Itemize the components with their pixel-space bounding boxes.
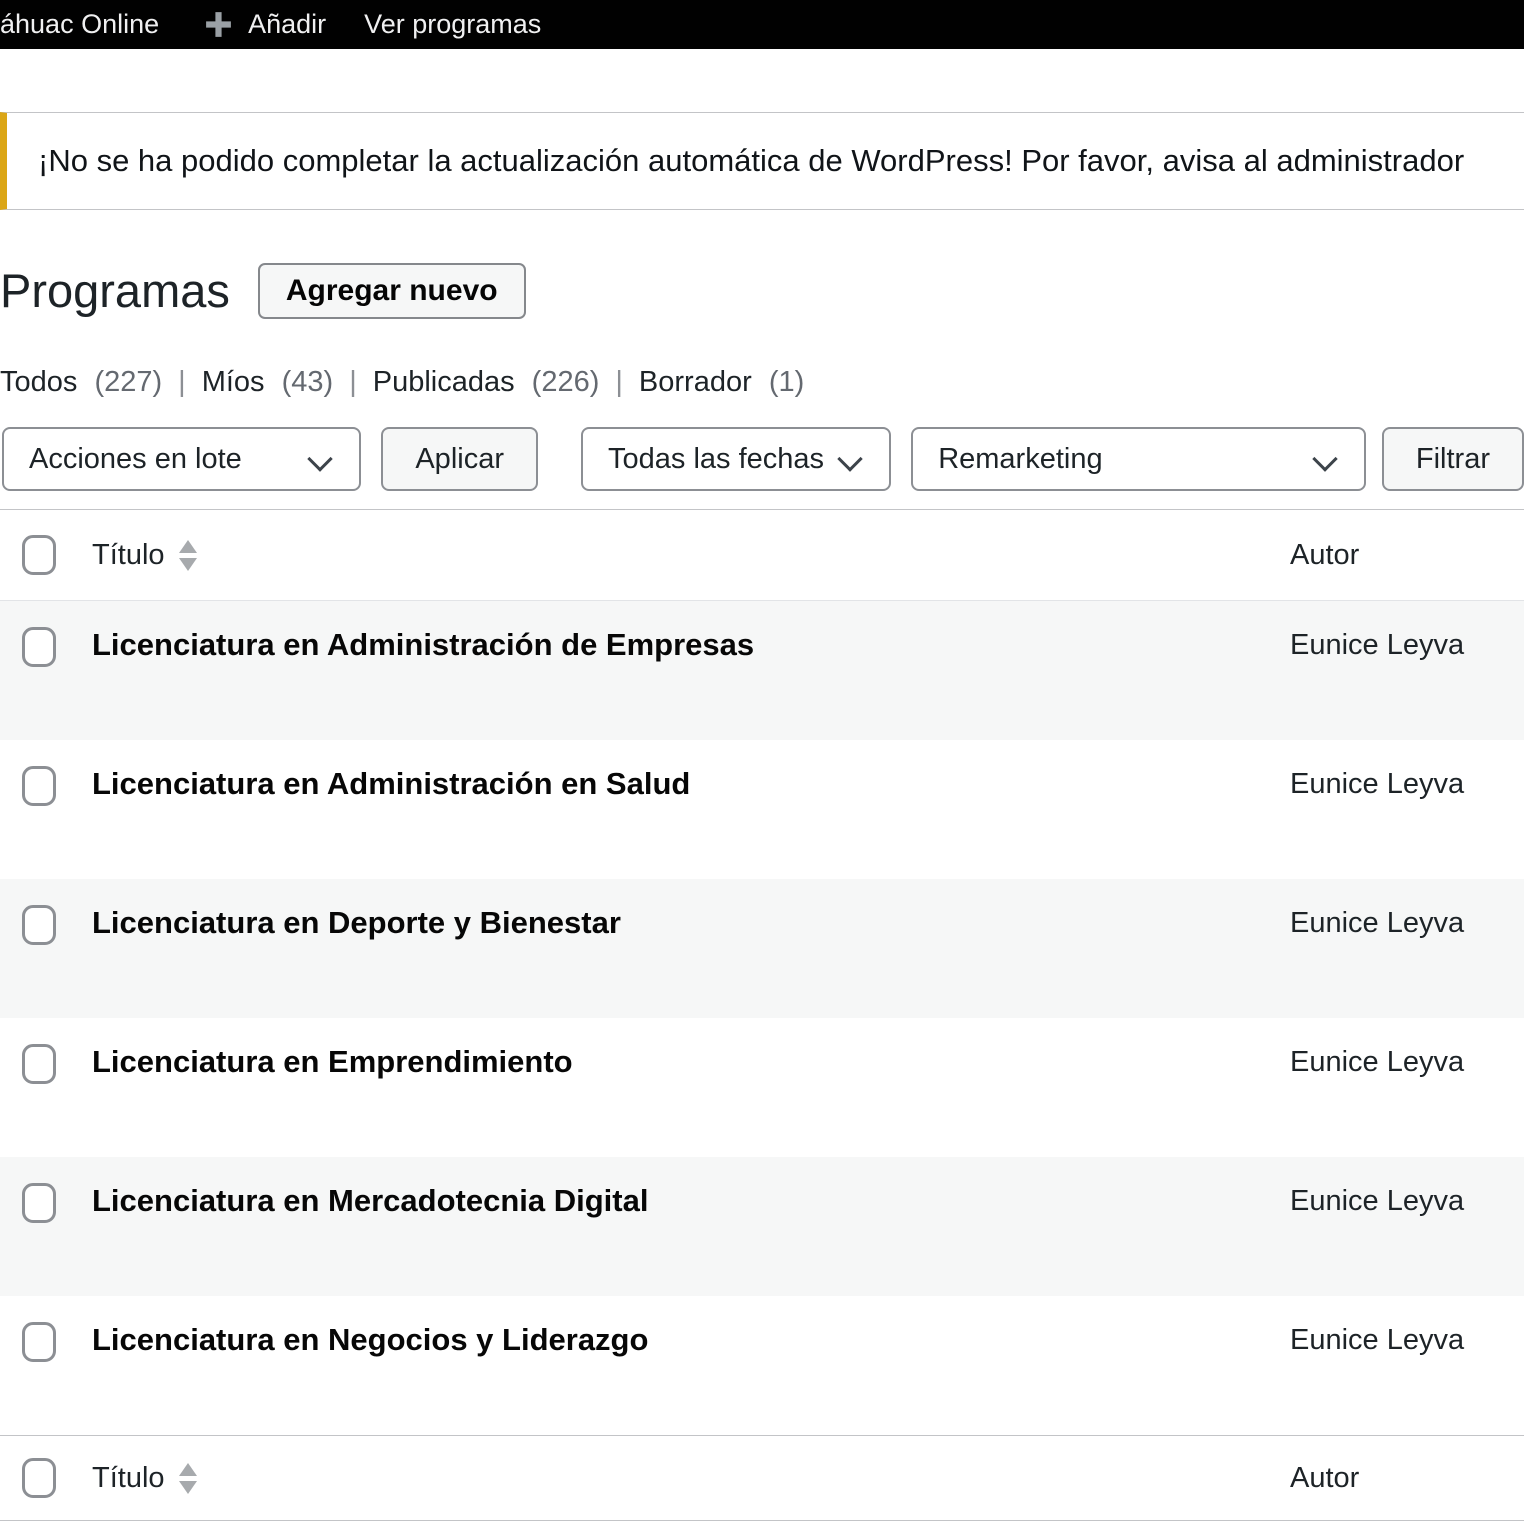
table-footer-row: Título Autor xyxy=(0,1435,1524,1521)
add-new-button[interactable]: Agregar nuevo xyxy=(258,263,526,319)
page-header: Programas Agregar nuevo xyxy=(0,260,1524,322)
notice-message: ¡No se ha podido completar la actualizac… xyxy=(7,143,1464,179)
author-link[interactable]: Eunice Leyva xyxy=(1290,629,1464,661)
update-warning-notice: ¡No se ha podido completar la actualizac… xyxy=(0,112,1524,210)
row-checkbox[interactable] xyxy=(22,1044,56,1084)
table-row: Licenciatura en Deporte y Bienestar Euni… xyxy=(0,879,1524,1018)
select-all-checkbox[interactable] xyxy=(22,1458,56,1498)
author-link[interactable]: Eunice Leyva xyxy=(1290,1185,1464,1217)
admin-bar: áhuac Online Añadir Ver programas xyxy=(0,0,1524,49)
column-author-label: Autor xyxy=(1290,1462,1359,1494)
filter-separator: | xyxy=(178,366,186,399)
filter-button[interactable]: Filtrar xyxy=(1382,427,1524,491)
category-filter-value: Remarketing xyxy=(938,443,1102,476)
filter-separator: | xyxy=(349,366,357,399)
table-row: Licenciatura en Negocios y Liderazgo Eun… xyxy=(0,1296,1524,1435)
row-checkbox[interactable] xyxy=(22,1322,56,1362)
bulk-actions-select[interactable]: Acciones en lote xyxy=(2,427,361,491)
program-title-link[interactable]: Licenciatura en Administración de Empres… xyxy=(92,627,754,662)
chevron-down-icon xyxy=(1312,446,1337,471)
programs-table: Título Autor Licenciatura en Administrac… xyxy=(0,509,1524,1521)
dates-filter-select[interactable]: Todas las fechas xyxy=(581,427,891,491)
row-checkbox[interactable] xyxy=(22,1183,56,1223)
author-link[interactable]: Eunice Leyva xyxy=(1290,768,1464,800)
filter-draft-label[interactable]: Borrador xyxy=(639,366,752,398)
row-checkbox[interactable] xyxy=(22,766,56,806)
column-author-label: Autor xyxy=(1290,539,1359,571)
admin-bar-new-content[interactable]: Añadir xyxy=(203,9,326,40)
table-body: Licenciatura en Administración de Empres… xyxy=(0,601,1524,1435)
row-checkbox[interactable] xyxy=(22,905,56,945)
select-all-checkbox[interactable] xyxy=(22,535,56,575)
filter-published-count: (226) xyxy=(532,366,600,398)
sort-arrows-icon xyxy=(179,540,197,571)
sort-desc-icon xyxy=(179,1481,197,1494)
sort-desc-icon xyxy=(179,558,197,571)
column-title-label: Título xyxy=(92,539,165,572)
column-title-sort[interactable]: Título xyxy=(92,1462,197,1495)
author-link[interactable]: Eunice Leyva xyxy=(1290,1046,1464,1078)
filter-mine-label[interactable]: Míos xyxy=(202,366,265,398)
filter-published[interactable]: Publicadas (226) xyxy=(373,366,600,399)
chevron-down-icon xyxy=(308,446,333,471)
category-filter-select[interactable]: Remarketing xyxy=(911,427,1366,491)
sort-asc-icon xyxy=(179,1463,197,1476)
sort-arrows-icon xyxy=(179,1463,197,1494)
author-link[interactable]: Eunice Leyva xyxy=(1290,1324,1464,1356)
program-title-link[interactable]: Licenciatura en Deporte y Bienestar xyxy=(92,905,621,940)
table-row: Licenciatura en Administración en Salud … xyxy=(0,740,1524,879)
admin-bar-view-programs[interactable]: Ver programas xyxy=(364,9,541,40)
filter-draft[interactable]: Borrador (1) xyxy=(639,366,804,399)
sort-asc-icon xyxy=(179,540,197,553)
filter-published-label[interactable]: Publicadas xyxy=(373,366,515,398)
filter-all-label[interactable]: Todos xyxy=(0,366,77,398)
plus-icon xyxy=(203,9,234,40)
admin-bar-new-label: Añadir xyxy=(248,9,326,40)
program-title-link[interactable]: Licenciatura en Administración en Salud xyxy=(92,766,690,801)
table-row: Licenciatura en Emprendimiento Eunice Le… xyxy=(0,1018,1524,1157)
view-filter-links: Todos (227) | Míos (43) | Publicadas (22… xyxy=(0,366,1524,399)
bulk-actions-value: Acciones en lote xyxy=(29,443,242,476)
filter-draft-count: (1) xyxy=(769,366,804,398)
table-row: Licenciatura en Administración de Empres… xyxy=(0,601,1524,740)
filter-all-count: (227) xyxy=(94,366,162,398)
page-title: Programas xyxy=(0,260,230,322)
filter-all[interactable]: Todos (227) xyxy=(0,366,162,399)
author-link[interactable]: Eunice Leyva xyxy=(1290,907,1464,939)
program-title-link[interactable]: Licenciatura en Mercadotecnia Digital xyxy=(92,1183,648,1218)
table-row: Licenciatura en Mercadotecnia Digital Eu… xyxy=(0,1157,1524,1296)
column-title-sort[interactable]: Título xyxy=(92,539,197,572)
filter-separator: | xyxy=(615,366,623,399)
chevron-down-icon xyxy=(837,446,862,471)
filter-mine[interactable]: Míos (43) xyxy=(202,366,333,399)
column-title-label: Título xyxy=(92,1462,165,1495)
apply-button[interactable]: Aplicar xyxy=(381,427,538,491)
row-checkbox[interactable] xyxy=(22,627,56,667)
dates-filter-value: Todas las fechas xyxy=(608,443,824,476)
program-title-link[interactable]: Licenciatura en Emprendimiento xyxy=(92,1044,573,1079)
table-toolbar: Acciones en lote Aplicar Todas las fecha… xyxy=(0,427,1524,491)
filter-mine-count: (43) xyxy=(282,366,334,398)
site-name-link[interactable]: áhuac Online xyxy=(0,9,159,40)
table-header-row: Título Autor xyxy=(0,510,1524,601)
program-title-link[interactable]: Licenciatura en Negocios y Liderazgo xyxy=(92,1322,648,1357)
